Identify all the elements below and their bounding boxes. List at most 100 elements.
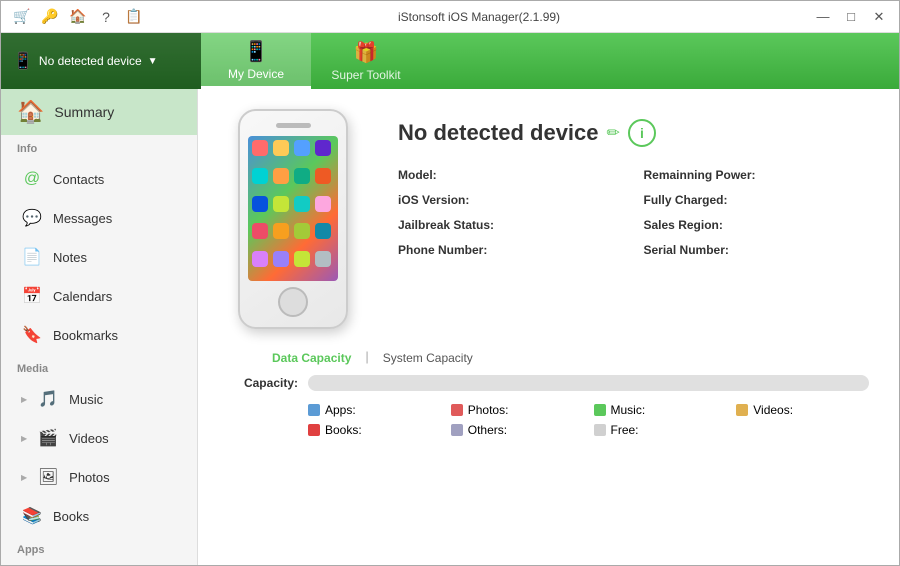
tab-super-toolkit[interactable]: 🎁 Super Toolkit <box>311 33 421 89</box>
sidebar: 🏠 Summary Info @ Contacts 💬 Messages 📄 N… <box>1 89 198 566</box>
key-icon[interactable]: 🔑 <box>37 4 63 30</box>
tab-system-capacity[interactable]: System Capacity <box>379 349 477 367</box>
legend-others-dot <box>451 424 463 436</box>
maximize-button[interactable]: □ <box>839 5 863 29</box>
messages-icon: 💬 <box>21 207 43 229</box>
legend-books: Books: <box>308 423 441 437</box>
app-icon <box>273 140 289 156</box>
app-icon <box>294 196 310 212</box>
app-icon <box>273 251 289 267</box>
tab-my-device-label: My Device <box>228 67 284 81</box>
tab-my-device[interactable]: 📱 My Device <box>201 33 311 89</box>
nav-row: 📱 No detected device ▼ 📱 My Device 🎁 Sup… <box>1 33 899 89</box>
app-icon <box>273 196 289 212</box>
videos-expand-icon: ▶ <box>21 434 27 443</box>
super-toolkit-icon: 🎁 <box>354 40 379 65</box>
sidebar-bookmarks-label: Bookmarks <box>53 328 118 343</box>
app-icon <box>294 223 310 239</box>
info-circle-icon[interactable]: i <box>628 119 656 147</box>
sidebar-item-summary[interactable]: 🏠 Summary <box>1 89 197 135</box>
minimize-button[interactable]: — <box>811 5 835 29</box>
phone-label: Phone Number: <box>398 243 487 257</box>
model-label: Model: <box>398 168 437 182</box>
tab-data-capacity[interactable]: Data Capacity <box>268 349 355 367</box>
legend-photos: Photos: <box>451 403 584 417</box>
sidebar-item-contacts[interactable]: @ Contacts <box>5 160 193 198</box>
capacity-tabs: Data Capacity | System Capacity <box>228 349 869 367</box>
summary-icon: 🏠 <box>17 99 44 125</box>
sales-region-label: Sales Region: <box>644 218 723 232</box>
sidebar-notes-label: Notes <box>53 250 87 265</box>
titlebar-icons: 🛒 🔑 🏠 ? 📋 <box>9 4 147 30</box>
app-icon <box>252 168 268 184</box>
app-icon <box>315 223 331 239</box>
info-remaining-power-row: Remainning Power: <box>644 167 870 182</box>
app-icon <box>294 251 310 267</box>
app-icon <box>315 196 331 212</box>
device-phone-icon: 📱 <box>13 51 33 71</box>
device-name-row: No detected device ✏ i <box>398 119 869 147</box>
sidebar-item-calendars[interactable]: 📅 Calendars <box>5 277 193 315</box>
edit-icon[interactable]: ✏ <box>607 123 620 143</box>
titlebar: 🛒 🔑 🏠 ? 📋 iStonsoft iOS Manager(2.1.99) … <box>1 1 899 33</box>
capacity-bar-container <box>308 375 869 391</box>
home-icon[interactable]: 🏠 <box>65 4 91 30</box>
legend-videos-label: Videos: <box>753 403 793 417</box>
legend-photos-dot <box>451 404 463 416</box>
main-layout: 🏠 Summary Info @ Contacts 💬 Messages 📄 N… <box>1 89 899 566</box>
sidebar-section-media: Media <box>1 355 197 379</box>
sidebar-contacts-label: Contacts <box>53 172 104 187</box>
legend-others: Others: <box>451 423 584 437</box>
device-info-grid: Model: Remainning Power: iOS Version: <box>398 167 869 257</box>
sidebar-item-bookmarks[interactable]: 🔖 Bookmarks <box>5 316 193 354</box>
sidebar-calendars-label: Calendars <box>53 289 112 304</box>
sidebar-section-info: Info <box>1 135 197 159</box>
legend-music-label: Music: <box>611 403 646 417</box>
clipboard-icon[interactable]: 📋 <box>121 4 147 30</box>
window-controls: — □ ✕ <box>811 5 891 29</box>
legend-free-label: Free: <box>611 423 639 437</box>
iphone-home-button <box>278 287 308 317</box>
tab-super-toolkit-label: Super Toolkit <box>331 68 400 82</box>
sidebar-item-messages[interactable]: 💬 Messages <box>5 199 193 237</box>
sidebar-item-books[interactable]: 📚 Books <box>5 497 193 535</box>
app-icon <box>315 140 331 156</box>
sidebar-videos-label: Videos <box>69 431 109 446</box>
info-phone-row: Phone Number: <box>398 242 624 257</box>
my-device-icon: 📱 <box>244 39 269 64</box>
legend-books-dot <box>308 424 320 436</box>
device-selector[interactable]: 📱 No detected device ▼ <box>1 33 201 89</box>
serial-label: Serial Number: <box>644 243 729 257</box>
sidebar-item-apps[interactable]: ⊞ Apps <box>5 561 193 566</box>
capacity-bar-row: Capacity: <box>228 375 869 391</box>
app-icon <box>315 251 331 267</box>
jailbreak-label: Jailbreak Status: <box>398 218 494 232</box>
sidebar-messages-label: Messages <box>53 211 112 226</box>
app-icon <box>252 140 268 156</box>
sidebar-item-videos[interactable]: ▶ 🎬 Videos <box>5 419 193 457</box>
legend-apps-dot <box>308 404 320 416</box>
sidebar-item-music[interactable]: ▶ 🎵 Music <box>5 380 193 418</box>
phone-image <box>228 109 358 329</box>
help-icon[interactable]: ? <box>93 4 119 30</box>
info-jailbreak-row: Jailbreak Status: <box>398 217 624 232</box>
photos-icon: 🖼 <box>37 466 59 488</box>
sidebar-summary-label: Summary <box>54 104 114 120</box>
app-icon <box>294 140 310 156</box>
legend-music-dot <box>594 404 606 416</box>
sidebar-item-photos[interactable]: ▶ 🖼 Photos <box>5 458 193 496</box>
sidebar-item-notes[interactable]: 📄 Notes <box>5 238 193 276</box>
legend-apps: Apps: <box>308 403 441 417</box>
cart-icon[interactable]: 🛒 <box>9 4 35 30</box>
sidebar-music-label: Music <box>69 392 103 407</box>
device-selector-label: No detected device <box>39 54 142 68</box>
close-button[interactable]: ✕ <box>867 5 891 29</box>
legend-photos-label: Photos: <box>468 403 509 417</box>
device-info-panel: No detected device ✏ i Model: Remainning… <box>398 109 869 257</box>
cap-divider: | <box>365 349 368 367</box>
app-title: iStonsoft iOS Manager(2.1.99) <box>147 10 811 24</box>
legend-others-label: Others: <box>468 423 507 437</box>
info-sales-region-row: Sales Region: <box>644 217 870 232</box>
sidebar-photos-label: Photos <box>69 470 109 485</box>
legend-videos: Videos: <box>736 403 869 417</box>
